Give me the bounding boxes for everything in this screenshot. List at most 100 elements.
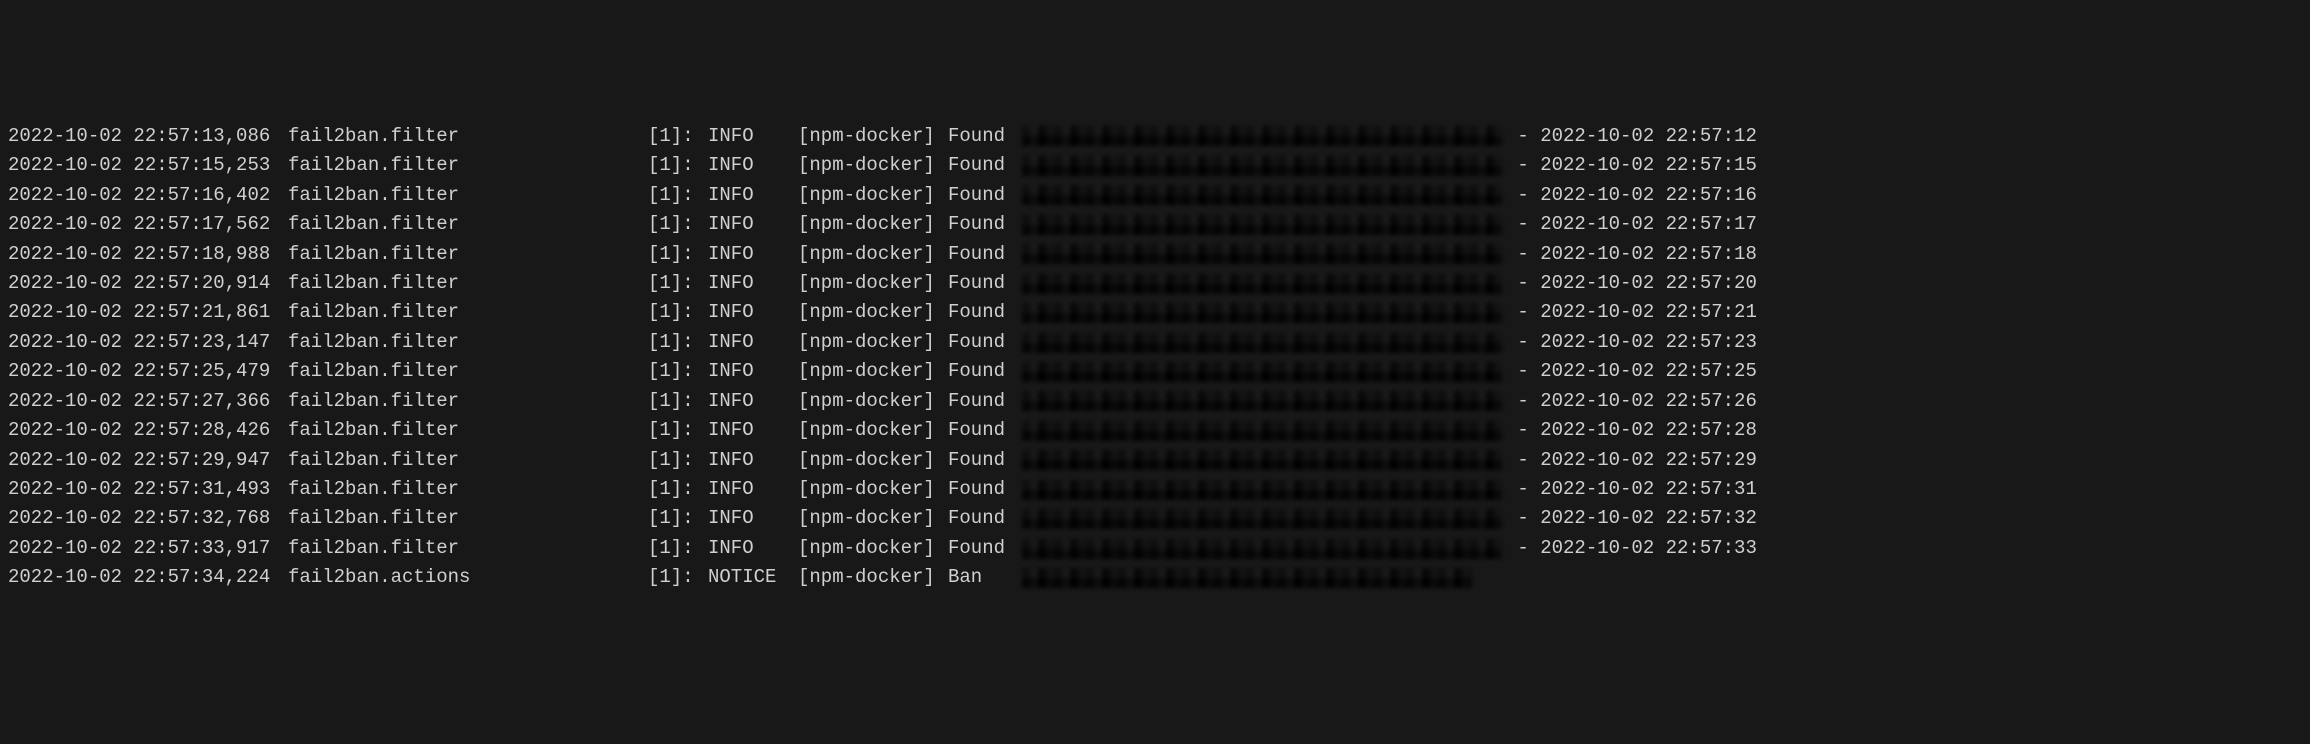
log-level: INFO xyxy=(708,210,798,239)
log-thread: [1]: xyxy=(648,446,708,475)
log-trail-timestamp: - 2022-10-02 22:57:21 xyxy=(1506,298,1757,327)
log-line: 2022-10-02 22:57:32,768fail2ban.filter[1… xyxy=(8,504,2302,533)
log-timestamp: 2022-10-02 22:57:20,914 xyxy=(8,269,288,298)
log-action: Found xyxy=(948,181,1018,210)
log-level: INFO xyxy=(708,504,798,533)
log-module: fail2ban.filter xyxy=(288,181,648,210)
log-timestamp: 2022-10-02 22:57:21,861 xyxy=(8,298,288,327)
redacted-content xyxy=(1022,509,1502,529)
log-timestamp: 2022-10-02 22:57:16,402 xyxy=(8,181,288,210)
log-thread: [1]: xyxy=(648,269,708,298)
log-action: Found xyxy=(948,534,1018,563)
log-output: 2022-10-02 22:57:13,086fail2ban.filter[1… xyxy=(8,122,2302,593)
log-trail-timestamp: - 2022-10-02 22:57:31 xyxy=(1506,475,1757,504)
log-thread: [1]: xyxy=(648,475,708,504)
redacted-content xyxy=(1022,126,1502,146)
log-level: INFO xyxy=(708,416,798,445)
log-thread: [1]: xyxy=(648,357,708,386)
log-trail-timestamp: - 2022-10-02 22:57:16 xyxy=(1506,181,1757,210)
log-timestamp: 2022-10-02 22:57:25,479 xyxy=(8,357,288,386)
log-line: 2022-10-02 22:57:17,562fail2ban.filter[1… xyxy=(8,210,2302,239)
log-module: fail2ban.filter xyxy=(288,328,648,357)
log-action: Found xyxy=(948,240,1018,269)
log-action: Found xyxy=(948,357,1018,386)
log-jail: [npm-docker] xyxy=(798,122,948,151)
log-line: 2022-10-02 22:57:34,224fail2ban.actions[… xyxy=(8,563,2302,592)
redacted-content xyxy=(1022,244,1502,264)
log-timestamp: 2022-10-02 22:57:29,947 xyxy=(8,446,288,475)
log-level: INFO xyxy=(708,151,798,180)
log-timestamp: 2022-10-02 22:57:31,493 xyxy=(8,475,288,504)
log-trail-timestamp: - 2022-10-02 22:57:28 xyxy=(1506,416,1757,445)
log-timestamp: 2022-10-02 22:57:34,224 xyxy=(8,563,288,592)
log-trail-timestamp: - 2022-10-02 22:57:23 xyxy=(1506,328,1757,357)
log-action: Found xyxy=(948,122,1018,151)
redacted-content xyxy=(1022,215,1502,235)
log-module: fail2ban.filter xyxy=(288,122,648,151)
log-jail: [npm-docker] xyxy=(798,416,948,445)
log-action: Found xyxy=(948,298,1018,327)
log-module: fail2ban.filter xyxy=(288,210,648,239)
log-level: INFO xyxy=(708,446,798,475)
log-level: INFO xyxy=(708,269,798,298)
log-action: Found xyxy=(948,504,1018,533)
log-thread: [1]: xyxy=(648,416,708,445)
log-jail: [npm-docker] xyxy=(798,534,948,563)
redacted-content xyxy=(1022,421,1502,441)
log-thread: [1]: xyxy=(648,504,708,533)
log-action: Found xyxy=(948,475,1018,504)
log-level: INFO xyxy=(708,357,798,386)
log-module: fail2ban.filter xyxy=(288,269,648,298)
log-module: fail2ban.filter xyxy=(288,475,648,504)
log-timestamp: 2022-10-02 22:57:28,426 xyxy=(8,416,288,445)
log-jail: [npm-docker] xyxy=(798,328,948,357)
log-action: Found xyxy=(948,269,1018,298)
log-jail: [npm-docker] xyxy=(798,563,948,592)
log-thread: [1]: xyxy=(648,298,708,327)
log-action: Found xyxy=(948,387,1018,416)
log-level: INFO xyxy=(708,122,798,151)
log-module: fail2ban.filter xyxy=(288,151,648,180)
log-timestamp: 2022-10-02 22:57:17,562 xyxy=(8,210,288,239)
log-thread: [1]: xyxy=(648,181,708,210)
log-line: 2022-10-02 22:57:33,917fail2ban.filter[1… xyxy=(8,534,2302,563)
log-module: fail2ban.filter xyxy=(288,298,648,327)
log-thread: [1]: xyxy=(648,387,708,416)
log-timestamp: 2022-10-02 22:57:27,366 xyxy=(8,387,288,416)
redacted-content xyxy=(1022,185,1502,205)
log-module: fail2ban.filter xyxy=(288,240,648,269)
log-thread: [1]: xyxy=(648,328,708,357)
log-line: 2022-10-02 22:57:28,426fail2ban.filter[1… xyxy=(8,416,2302,445)
log-jail: [npm-docker] xyxy=(798,181,948,210)
log-trail-timestamp: - 2022-10-02 22:57:20 xyxy=(1506,269,1757,298)
log-line: 2022-10-02 22:57:27,366fail2ban.filter[1… xyxy=(8,387,2302,416)
log-trail-timestamp: - 2022-10-02 22:57:32 xyxy=(1506,504,1757,533)
log-line: 2022-10-02 22:57:18,988fail2ban.filter[1… xyxy=(8,240,2302,269)
log-level: INFO xyxy=(708,328,798,357)
log-action: Found xyxy=(948,328,1018,357)
log-line: 2022-10-02 22:57:29,947fail2ban.filter[1… xyxy=(8,446,2302,475)
log-jail: [npm-docker] xyxy=(798,446,948,475)
log-thread: [1]: xyxy=(648,534,708,563)
log-timestamp: 2022-10-02 22:57:13,086 xyxy=(8,122,288,151)
log-level: NOTICE xyxy=(708,563,798,592)
log-line: 2022-10-02 22:57:21,861fail2ban.filter[1… xyxy=(8,298,2302,327)
log-timestamp: 2022-10-02 22:57:18,988 xyxy=(8,240,288,269)
redacted-content xyxy=(1022,362,1502,382)
log-level: INFO xyxy=(708,387,798,416)
log-level: INFO xyxy=(708,475,798,504)
log-action: Found xyxy=(948,151,1018,180)
log-level: INFO xyxy=(708,298,798,327)
log-level: INFO xyxy=(708,240,798,269)
log-line: 2022-10-02 22:57:13,086fail2ban.filter[1… xyxy=(8,122,2302,151)
redacted-content xyxy=(1022,274,1502,294)
log-action: Found xyxy=(948,446,1018,475)
log-jail: [npm-docker] xyxy=(798,357,948,386)
redacted-content xyxy=(1022,333,1502,353)
log-jail: [npm-docker] xyxy=(798,387,948,416)
redacted-content xyxy=(1022,391,1502,411)
log-module: fail2ban.filter xyxy=(288,534,648,563)
log-module: fail2ban.filter xyxy=(288,387,648,416)
log-line: 2022-10-02 22:57:16,402fail2ban.filter[1… xyxy=(8,181,2302,210)
log-line: 2022-10-02 22:57:25,479fail2ban.filter[1… xyxy=(8,357,2302,386)
